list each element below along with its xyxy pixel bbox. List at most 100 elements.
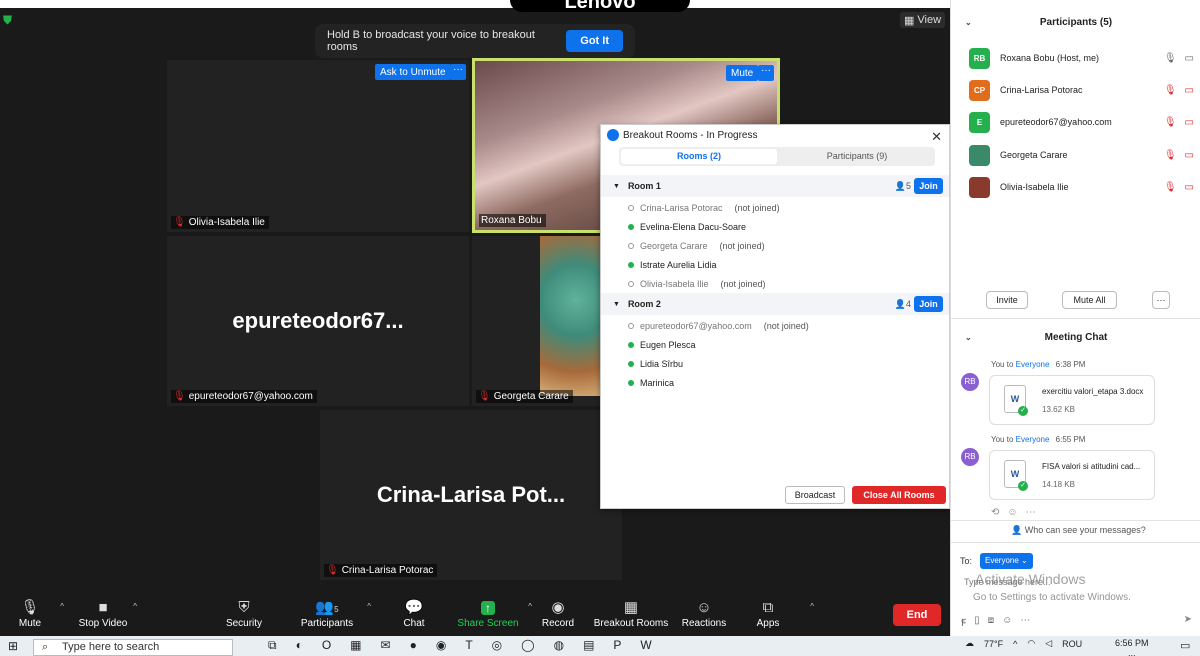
word-icon[interactable]: W	[640, 638, 651, 653]
divider	[951, 318, 1200, 319]
end-meeting-button[interactable]: End	[893, 604, 941, 626]
tile-name-text: epureteodor67@yahoo.com	[188, 391, 313, 402]
tray-chevron-icon[interactable]: ^	[1013, 639, 1017, 649]
video-tile-crina[interactable]: Crina-Larisa Pot... 🎙 Crina-Larisa Potor…	[320, 410, 622, 580]
windows-start-icon[interactable]: ⊞	[8, 639, 18, 653]
store-icon[interactable]: ▦	[350, 638, 361, 653]
side-panel: ⌄ Participants (5) RB Roxana Bobu (Host,…	[950, 0, 1200, 636]
apps-button[interactable]: ⧉ Apps ^	[728, 596, 814, 636]
weather-icon[interactable]: ☁	[965, 638, 974, 649]
participant-row[interactable]: Georgeta Carare 🎙 ▭	[969, 144, 1194, 166]
participants-label: Participants	[300, 618, 354, 629]
mute-all-button[interactable]: Mute All	[1062, 291, 1117, 309]
chevron-up-icon[interactable]: ^	[367, 602, 371, 611]
firefox-icon[interactable]: ◉	[436, 638, 446, 653]
teams-icon[interactable]: T	[465, 638, 472, 653]
member-name: Olivia-Isabela Ilie	[640, 279, 709, 289]
volume-icon[interactable]: ◁	[1045, 638, 1052, 649]
more-options-button[interactable]: ···	[1152, 291, 1170, 309]
room-member: Evelina-Elena Dacu-Soare	[628, 222, 746, 232]
grid-icon: ▦	[904, 14, 915, 27]
member-name: Istrate Aurelia Lidia	[640, 260, 717, 270]
notifications-icon[interactable]: ▭	[1180, 639, 1190, 652]
participants-icon: 👥5	[315, 599, 339, 616]
tile-name-text: Roxana Bobu	[481, 215, 542, 226]
video-tile-olivia[interactable]: Ask to Unmute ··· 🎙 Olivia-Isabela Ilie	[167, 60, 469, 232]
room-member: Olivia-Isabela Ilie (not joined)	[628, 279, 766, 289]
room-header-1[interactable]: ▼ Room 1 👤5 Join	[601, 175, 949, 197]
participant-row[interactable]: RB Roxana Bobu (Host, me) 🎙 ▭	[969, 47, 1194, 69]
ask-to-unmute-button[interactable]: Ask to Unmute	[375, 64, 451, 80]
calculator-icon[interactable]: ▤	[583, 638, 594, 653]
send-icon[interactable]: ➤	[1184, 614, 1192, 625]
status-dot	[628, 380, 634, 386]
chevron-down-icon[interactable]: ⌄	[965, 326, 972, 350]
emoji-icon[interactable]: ☺	[1002, 615, 1012, 629]
emoji-icon[interactable]: ☺	[1007, 507, 1017, 518]
who-can-see-link[interactable]: 👤 Who can see your messages?	[1011, 525, 1146, 536]
got-it-button[interactable]: Got It	[566, 30, 623, 52]
join-room-button[interactable]: Join	[914, 178, 943, 194]
close-icon[interactable]: ✕	[931, 129, 942, 145]
chat-label: Chat	[403, 618, 425, 629]
mail-icon[interactable]: ✉	[381, 638, 391, 653]
mute-toolbar-button[interactable]: 🎙 Mute ^	[0, 596, 70, 636]
activate-windows-subtext: Go to Settings to activate Windows.	[973, 592, 1131, 603]
record-button[interactable]: ◉ Record	[518, 596, 598, 636]
chevron-up-icon[interactable]: ^	[810, 602, 814, 611]
format-icon[interactable]: Ꞙ	[961, 615, 966, 629]
dialog-titlebar: Breakout Rooms - In Progress	[601, 125, 949, 145]
timestamp: 6:38 PM	[1055, 360, 1086, 369]
mute-button[interactable]: Mute	[726, 65, 759, 81]
task-view-icon[interactable]: ⧉	[268, 638, 277, 653]
video-tile-epure[interactable]: epureteodor67... 🎙 epureteodor67@yahoo.c…	[167, 236, 469, 406]
invite-button[interactable]: Invite	[986, 291, 1028, 309]
member-name: Lidia Sîrbu	[640, 359, 684, 369]
opera-icon[interactable]: O	[322, 638, 331, 653]
more-icon[interactable]: ⋯	[1020, 615, 1030, 629]
chevron-down-icon: ▼	[613, 182, 620, 190]
view-button[interactable]: ▦ View	[900, 12, 946, 28]
participant-name: Roxana Bobu (Host, me)	[1000, 53, 1100, 63]
clock[interactable]: 6:56 PM ...	[1115, 638, 1149, 656]
chat-button[interactable]: 💬 Chat	[374, 596, 454, 636]
stop-video-button[interactable]: ■ Stop Video ^	[63, 596, 143, 636]
file-icon[interactable]: ▯	[974, 615, 980, 629]
more-icon[interactable]: ⋯	[1026, 507, 1036, 518]
participant-row[interactable]: Olivia-Isabela Ilie 🎙 ▭	[969, 176, 1194, 198]
security-button[interactable]: ⛨ Security	[204, 596, 284, 636]
wifi-icon[interactable]: ◠	[1027, 638, 1035, 649]
breakout-rooms-button[interactable]: ▦ Breakout Rooms	[591, 596, 671, 636]
recipient-dropdown[interactable]: Everyone ⌄	[980, 553, 1033, 569]
camera-icon: ■	[98, 599, 108, 616]
share-screen-button[interactable]: ↑ Share Screen ^	[448, 596, 532, 636]
broadcast-button[interactable]: Broadcast	[785, 486, 845, 504]
tab-rooms[interactable]: Rooms (2)	[621, 149, 777, 164]
tab-participants[interactable]: Participants (9)	[779, 147, 935, 166]
participant-row[interactable]: E epureteodor67@yahoo.com 🎙 ▭	[969, 111, 1194, 133]
tile-more-button[interactable]: ···	[450, 64, 466, 80]
powerpoint-icon[interactable]: P	[613, 638, 621, 653]
chevron-down-icon[interactable]: ⌄	[965, 11, 972, 35]
room-header-2[interactable]: ▼ Room 2 👤4 Join	[601, 293, 949, 315]
mic-muted-icon: 🎙	[1163, 116, 1177, 128]
participant-row[interactable]: CP Crina-Larisa Potorac 🎙 ▭	[969, 79, 1194, 101]
join-room-button[interactable]: Join	[914, 296, 943, 312]
screenshot-icon[interactable]: ⧈	[988, 615, 994, 629]
chevron-up-icon[interactable]: ^	[133, 602, 137, 611]
close-all-rooms-button[interactable]: Close All Rooms	[852, 486, 946, 504]
file-attachment[interactable]: W ✓ FISA valori si atitudini cad... 14.1…	[989, 450, 1155, 500]
file-attachment[interactable]: W ✓ exercitiu valori_etapa 3.docx 13.62 …	[989, 375, 1155, 425]
edge-icon[interactable]: ◐	[296, 638, 303, 653]
video-tile-georgeta[interactable]: 🎙 Georgeta Carare	[472, 236, 600, 406]
taskbar-search[interactable]: ⌕ Type here to search	[33, 639, 233, 656]
participants-button[interactable]: 👥5 Participants ^	[287, 596, 371, 636]
whatsapp-icon[interactable]: ◯	[521, 638, 534, 653]
tile-name-text: Georgeta Carare	[493, 391, 569, 402]
language-indicator[interactable]: ROU	[1062, 639, 1082, 649]
reply-icon[interactable]: ⟲	[991, 507, 999, 518]
tile-more-button[interactable]: ···	[758, 65, 774, 81]
app-icon[interactable]: ◎	[492, 638, 502, 653]
chrome-icon[interactable]: ◍	[554, 638, 564, 653]
zoom-icon[interactable]: ●	[410, 638, 417, 653]
